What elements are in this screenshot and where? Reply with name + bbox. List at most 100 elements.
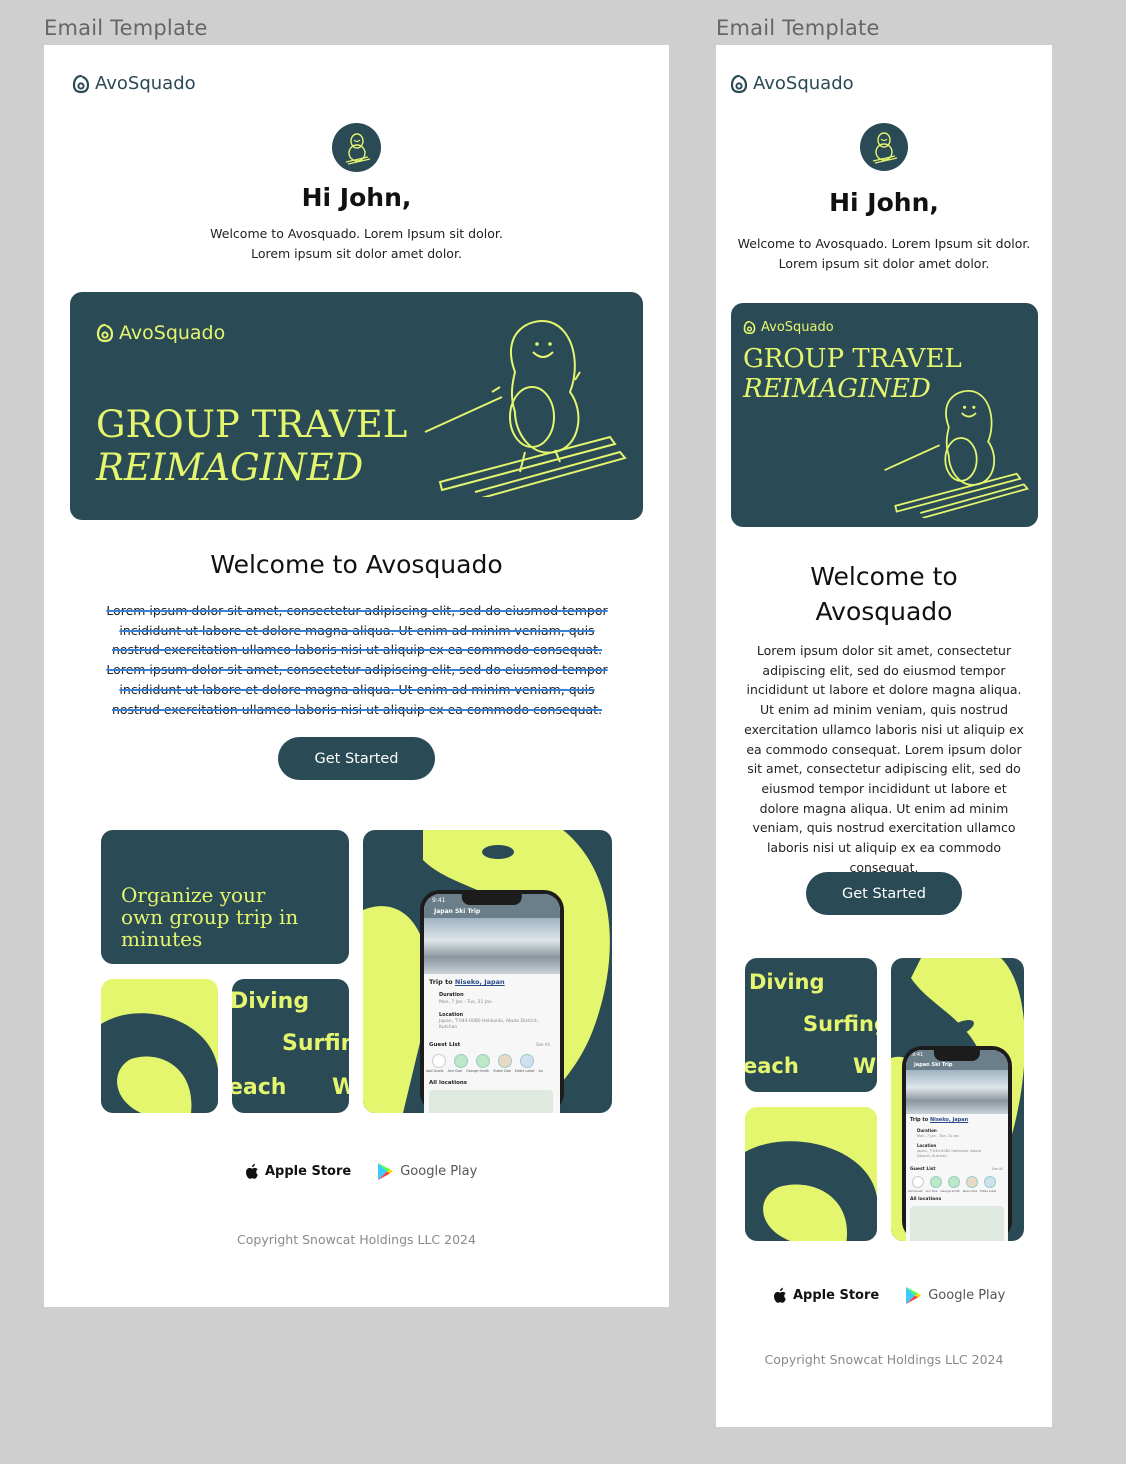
guest-avatar[interactable] [454,1054,468,1068]
email-mobile: AvoSquado Hi John, Welcome to Avosquado.… [716,45,1052,1427]
phone-duration: Mon, 7 Jan - Tue, 21 Jan [439,1000,492,1005]
phone-see-all[interactable]: See All [992,1167,1003,1171]
google-play-icon [378,1163,394,1180]
scribble-beach: each [232,1075,287,1100]
phone-trip-name[interactable]: Japan Ski Trip [434,908,480,915]
app-store-links: Apple Store Google Play [772,1286,1005,1305]
avosquado-logo-icon [72,74,90,93]
phone-time: 9:41 [432,897,446,904]
apple-store-label: Apple Store [793,1288,880,1303]
add-guest-button[interactable] [432,1054,446,1068]
app-store-links: Apple Store Google Play [244,1162,477,1181]
organize-tile: Organize your own group trip in minutes [101,830,349,964]
phone-all-locations: All locations [910,1197,942,1202]
phone-trip-to: Trip to Niseko, Japan [910,1117,969,1123]
hero-brand-name: AvoSquado [119,322,226,344]
google-play-label: Google Play [400,1164,478,1179]
app-preview-tile: 9:41 Japan Ski Trip Trip to Niseko, Japa… [363,830,612,1113]
copyright-text: Copyright Snowcat Holdings LLC 2024 [764,1352,1004,1367]
avocado-mascot-icon [872,132,898,164]
phone-duration-label: Duration [439,992,464,998]
phone-map[interactable] [429,1090,553,1113]
guest-avatar[interactable] [984,1176,996,1188]
scribble-w: W [332,1075,349,1100]
brand-name: AvoSquado [95,73,196,94]
skiing-avocado-illustration [424,320,627,497]
avosquado-logo-icon [730,74,748,93]
activities-tile: Diving Surfing each W [745,958,877,1092]
get-started-button[interactable]: Get Started [278,737,435,780]
google-play-link[interactable]: Google Play [377,1162,477,1181]
phone-guest-list: Guest List [429,1042,461,1048]
phone-trip-to: Trip to Niseko, Japan [429,978,505,986]
guest-avatar[interactable] [930,1176,942,1188]
scribble-surfing: Surfing [803,1012,877,1036]
swirl-tile [101,979,218,1113]
apple-store-link[interactable]: Apple Store [244,1163,351,1180]
hero-brand: AvoSquado [743,320,834,335]
guest-avatar[interactable] [948,1176,960,1188]
intro-text: Welcome to Avosquado. Lorem Ipsum sit do… [716,234,1052,274]
google-play-link[interactable]: Google Play [905,1286,1005,1305]
phone-screen: 9:41 Japan Ski Trip Trip to Niseko, Japa… [424,894,560,1113]
phone-destination[interactable]: Niseko, Japan [930,1117,968,1123]
phone-guest-names: Add Guest Ann Doe George Smith Rubin Doe Edd… [426,1069,543,1073]
guest-avatar[interactable] [520,1054,534,1068]
scribble-surfing: Surfing [282,1031,349,1056]
welcome-title: Welcome to Avosquado [210,550,503,579]
phone-hero-image [906,1070,1008,1114]
activities-tile: Diving Surfing each W [232,979,349,1113]
avosquado-logo-icon [743,320,756,335]
intro-line-2: Lorem ipsum sit dolor amet dolor. [251,246,462,261]
intro-text: Welcome to Avosquado. Lorem Ipsum sit do… [44,224,669,264]
guest-avatar[interactable] [966,1176,978,1188]
email-desktop: AvoSquado Hi John, Welcome to Avosquado.… [44,45,669,1307]
scribble-diving: Diving [749,970,825,994]
phone-duration: Mon, 7 Jan - Tue, 21 Jan [917,1134,960,1138]
organize-tile-text: Organize your own group trip in minutes [121,883,299,951]
guest-avatar[interactable] [498,1054,512,1068]
phone-mockup: 9:41 Japan Ski Trip Trip to Niseko, Japa… [420,890,564,1113]
scribble-w: W [853,1054,877,1078]
phone-all-locations: All locations [429,1080,468,1086]
brand-name: AvoSquado [753,73,854,94]
phone-notch [933,1050,981,1061]
phone-screen: 9:41 Japan Ski Trip Trip to Niseko, Japa… [906,1050,1008,1241]
welcome-body: Lorem ipsum dolor sit amet, consectetur … [744,643,1024,875]
phone-map[interactable] [910,1206,1004,1241]
get-started-button[interactable]: Get Started [806,872,962,915]
swirl-pattern-icon [745,1141,877,1241]
frame-label-mobile: Email Template [716,16,880,40]
phone-trip-name[interactable]: Japan Ski Trip [914,1062,953,1068]
swirl-tile [745,1107,877,1241]
hero-brand: AvoSquado [96,322,225,344]
phone-guest-list: Guest List [910,1167,936,1172]
phone-location-label: Location [439,1012,464,1018]
header-logo[interactable]: AvoSquado [730,73,854,94]
guest-avatar[interactable] [476,1054,490,1068]
frame-label-desktop: Email Template [44,16,208,40]
google-play-icon [906,1287,922,1304]
avosquado-logo-icon [96,323,114,343]
hero-banner: AvoSquado GROUP TRAVEL REIMAGINED [70,292,643,520]
scribble-diving: Diving [232,989,310,1014]
phone-see-all[interactable]: See All [536,1042,550,1047]
apple-store-label: Apple Store [265,1164,352,1179]
add-guest-button[interactable] [912,1176,924,1188]
intro-line-1: Welcome to Avosquado. Lorem Ipsum sit do… [210,226,503,241]
phone-destination[interactable]: Niseko, Japan [455,978,505,986]
apple-icon [774,1287,786,1303]
phone-location: Japan, 〒044-0080 Hokkaido, Abuta Distric… [917,1149,981,1158]
phone-duration-label: Duration [917,1128,937,1133]
hero-banner: AvoSquado GROUP TRAVEL REIMAGINED [731,303,1038,527]
greeting: Hi John, [301,183,412,212]
app-preview-tile: 9:41 Japan Ski Trip Trip to Niseko, Japa… [891,958,1024,1241]
phone-time: 9:41 [912,1052,924,1058]
hero-line-1: GROUP TRAVEL [743,344,962,374]
hero-line-2: REIMAGINED [96,445,364,489]
welcome-title: Welcome to Avosquado [810,562,958,626]
scribble-beach: each [745,1054,799,1078]
apple-store-link[interactable]: Apple Store [772,1287,879,1304]
avocado-mascot-icon [345,132,370,165]
header-logo[interactable]: AvoSquado [72,73,196,94]
